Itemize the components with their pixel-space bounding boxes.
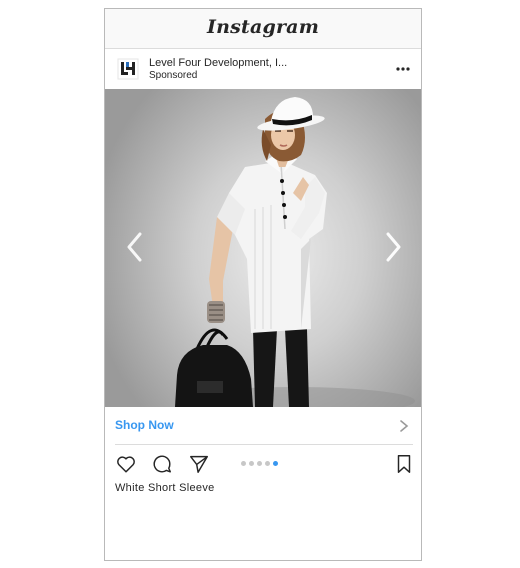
share-button[interactable]	[188, 453, 210, 475]
chevron-left-icon	[127, 232, 142, 262]
carousel-dot	[249, 461, 254, 466]
account-logo-icon	[117, 58, 139, 80]
comment-icon	[153, 455, 171, 473]
shop-now-label: Shop Now	[115, 418, 174, 432]
post-image[interactable]	[105, 89, 421, 407]
carousel-dot	[265, 461, 270, 466]
carousel-next-button[interactable]	[379, 229, 407, 265]
post-caption: White Short Sleeve	[115, 482, 215, 494]
save-button[interactable]	[393, 453, 415, 475]
chevron-right-icon	[400, 420, 409, 432]
carousel-dot	[241, 461, 246, 466]
sponsored-label: Sponsored	[149, 70, 198, 81]
top-bar: Instagram	[105, 9, 421, 49]
chevron-right-icon	[386, 232, 401, 262]
instagram-ad-preview: Instagram Level Four Development, I... S…	[104, 8, 422, 561]
account-name[interactable]: Level Four Development, I...	[149, 57, 287, 69]
post-header: Level Four Development, I... Sponsored	[105, 49, 421, 89]
carousel-dot	[273, 461, 278, 466]
bookmark-icon	[397, 455, 411, 473]
like-button[interactable]	[115, 453, 137, 475]
carousel-previous-button[interactable]	[121, 229, 149, 265]
shop-now-button[interactable]: Shop Now	[115, 407, 413, 445]
app-title: Instagram	[207, 16, 319, 38]
action-bar	[105, 451, 421, 477]
share-icon	[190, 455, 208, 473]
account-info: Level Four Development, I... Sponsored	[149, 57, 287, 82]
more-options-icon[interactable]	[395, 61, 411, 77]
heart-icon	[117, 456, 135, 473]
comment-button[interactable]	[151, 453, 173, 475]
model-photo	[175, 97, 415, 407]
account-avatar[interactable]	[117, 58, 139, 80]
carousel-dot	[257, 461, 262, 466]
carousel-indicator	[241, 461, 281, 467]
